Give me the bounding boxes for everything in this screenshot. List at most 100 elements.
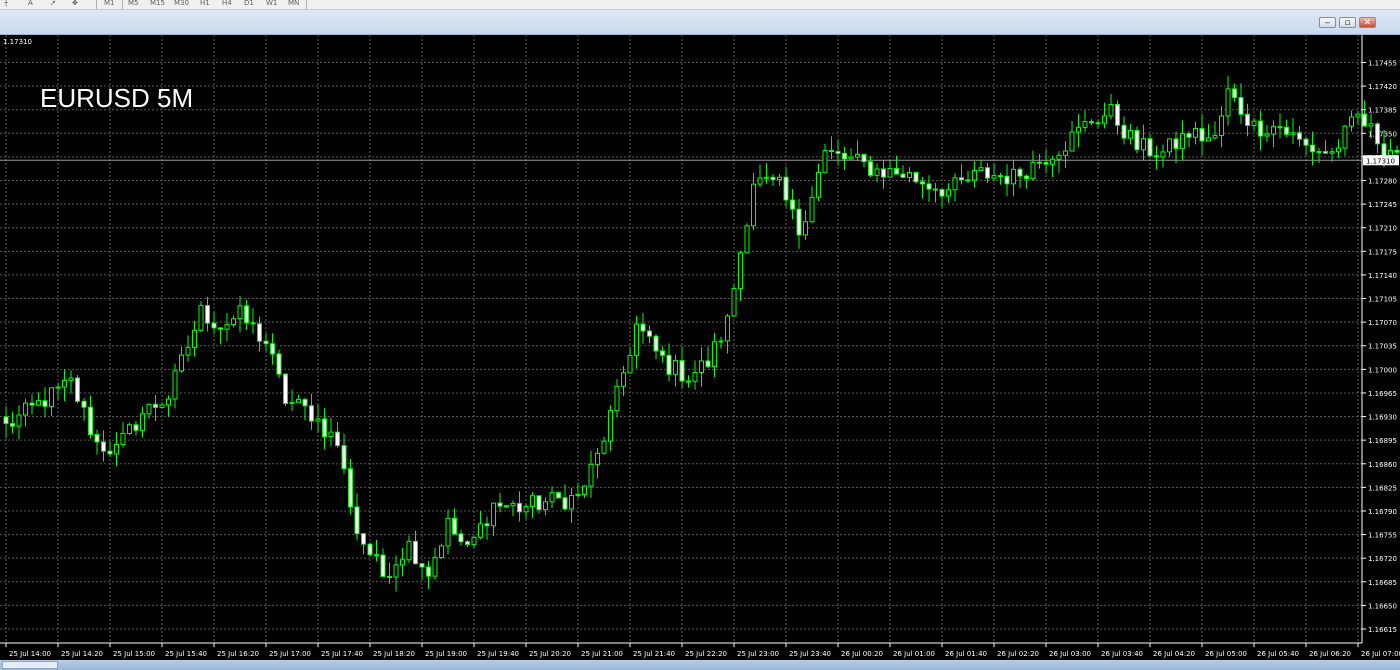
candle: [283, 373, 288, 406]
candle-body-bear: [309, 405, 314, 422]
candle-body-bear: [705, 360, 711, 367]
candle-body-bear: [536, 495, 542, 511]
candle-body-bull: [491, 502, 496, 527]
candle-body-bear: [868, 161, 873, 176]
timeframe-m15[interactable]: M15: [150, 0, 165, 8]
candle-body-bear: [250, 322, 256, 325]
candle: [367, 542, 373, 558]
candle: [198, 300, 204, 333]
candle-body-bull: [478, 523, 483, 538]
candle-body-bull: [634, 323, 639, 356]
y-tick-label: 1.16720: [1368, 555, 1397, 563]
y-tick-label: 1.17210: [1368, 225, 1397, 233]
candle-body-bear: [959, 177, 964, 181]
candle-body-bull: [595, 452, 600, 465]
price-chart[interactable]: 1.174551.174201.173851.173501.173151.172…: [0, 35, 1400, 660]
candle-body-bear: [1310, 144, 1315, 153]
candle-body-bull: [952, 177, 958, 191]
current-price-label: 1.17310: [1366, 157, 1395, 165]
y-tick-label: 1.17035: [1368, 343, 1397, 351]
candle-body-bull: [289, 401, 295, 405]
candle-body-bull: [315, 418, 321, 422]
candle-body-bear: [419, 563, 425, 568]
timeframe-m30[interactable]: M30: [174, 0, 189, 8]
candle-body-bear: [75, 377, 80, 402]
crosshair-icon[interactable]: ┼: [4, 0, 8, 8]
x-tick-label: 25 Jul 19:00: [425, 650, 467, 658]
candle-body-bull: [699, 360, 704, 374]
timeframe-d1[interactable]: D1: [244, 0, 254, 8]
y-tick-label: 1.16825: [1368, 484, 1397, 492]
candle-body-bull: [978, 167, 984, 172]
x-tick-label: 26 Jul 03:00: [1049, 650, 1091, 658]
candle-body-bear: [1173, 138, 1179, 149]
x-tick-label: 26 Jul 01:40: [945, 650, 987, 658]
candle-body-bear: [835, 150, 841, 154]
y-tick-label: 1.16650: [1368, 602, 1397, 610]
x-tick-label: 26 Jul 00:20: [841, 650, 883, 658]
candle-body-bear: [1323, 151, 1328, 154]
candle-body-bull: [1225, 88, 1231, 117]
top-left-price: 1.17310: [3, 38, 32, 46]
chart-background: [0, 35, 1400, 660]
candle-body-bull: [1316, 151, 1322, 154]
candle-body-bull: [582, 485, 587, 495]
candle-body-bear: [920, 181, 925, 185]
y-tick-label: 1.16895: [1368, 437, 1397, 445]
timeframe-h1[interactable]: H1: [200, 0, 210, 8]
timeframe-h4[interactable]: H4: [222, 0, 232, 8]
close-icon[interactable]: ✕: [1359, 17, 1376, 28]
candle-body-bear: [1186, 133, 1192, 138]
candle-body-bear: [1043, 162, 1049, 165]
candle-body-bull: [1206, 137, 1211, 142]
candle-body-bear: [302, 398, 308, 407]
timeframe-w1[interactable]: W1: [266, 0, 277, 8]
candle: [744, 223, 750, 254]
candle-body-bear: [562, 497, 568, 510]
cursor-icon[interactable]: ✥: [72, 0, 78, 8]
candle-body-bull: [432, 557, 438, 577]
candle-body-bear: [770, 176, 776, 181]
arrow-icon[interactable]: ↗: [50, 0, 56, 8]
candle-body-bear: [29, 402, 35, 406]
candle-body-bull: [621, 372, 626, 387]
y-tick-label: 1.17280: [1368, 178, 1397, 186]
candle-body-bull: [764, 176, 769, 179]
candle-body-bear: [354, 506, 360, 535]
x-tick-label: 25 Jul 21:00: [581, 650, 623, 658]
candle-body-bear: [81, 400, 87, 408]
candle-body-bull: [1251, 120, 1257, 126]
candle-body-bull: [504, 505, 509, 508]
candle-body-bull: [393, 564, 399, 578]
candle-body-bear: [10, 423, 15, 427]
candle-body-bull: [530, 495, 535, 507]
restore-icon[interactable]: ▫: [1339, 17, 1356, 28]
candle-body-bear: [465, 541, 470, 545]
candle-body-bull: [224, 324, 230, 330]
candle-body-bear: [965, 179, 971, 182]
y-tick-label: 1.16965: [1368, 390, 1397, 398]
candle-body-bear: [1089, 121, 1094, 124]
chart-window-titlebar[interactable]: ‒ ▫ ✕: [0, 10, 1400, 35]
candle-body-bear: [458, 533, 464, 543]
candle-body-bear: [679, 360, 685, 382]
candle-body-bear: [660, 350, 665, 356]
x-tick-label: 25 Jul 22:20: [685, 650, 727, 658]
text-icon[interactable]: A: [28, 0, 33, 8]
candle-body-bull: [1167, 138, 1172, 153]
chart-tab[interactable]: [2, 661, 58, 669]
chart-tab-bar[interactable]: [0, 660, 1400, 670]
candle-body-bull: [816, 171, 821, 198]
candle-body-bull: [777, 176, 782, 181]
candle-body-bull: [62, 379, 67, 388]
timeframe-m5[interactable]: M5: [128, 0, 139, 8]
candle-body-bear: [842, 152, 847, 160]
candle-body-bull: [231, 318, 236, 326]
candle-body-bull: [809, 196, 815, 223]
candle-body-bull: [192, 329, 197, 348]
timeframe-m1[interactable]: M1: [104, 0, 115, 8]
minimize-icon[interactable]: ‒: [1319, 17, 1336, 28]
timeframe-mn[interactable]: MN: [288, 0, 299, 8]
candle-body-bull: [673, 360, 678, 375]
y-tick-label: 1.17070: [1368, 319, 1397, 327]
